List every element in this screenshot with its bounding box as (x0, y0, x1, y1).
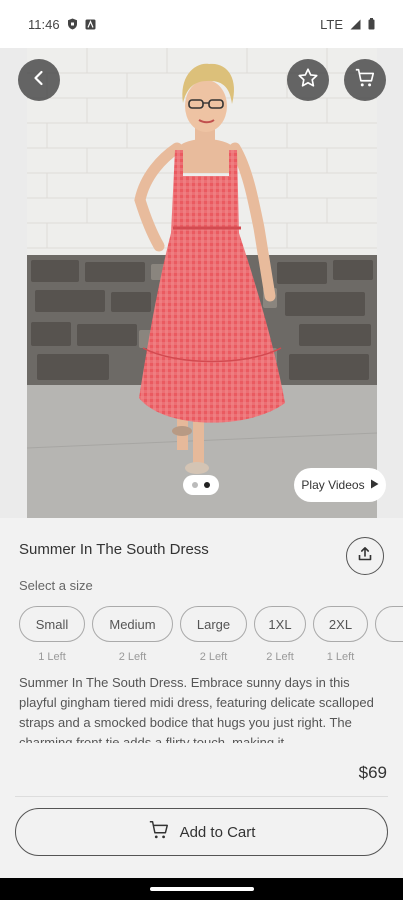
size-pill[interactable]: Small (19, 606, 85, 642)
size-pill[interactable]: Large (180, 606, 247, 642)
size-pill[interactable] (375, 606, 403, 642)
cart-icon (148, 819, 170, 845)
size-pill[interactable]: 2XL (313, 606, 368, 642)
back-button[interactable] (18, 59, 60, 101)
product-title: Summer In The South Dress (19, 541, 209, 558)
add-to-cart-label: Add to Cart (179, 823, 256, 841)
size-stock: 1 Left (326, 651, 355, 663)
play-icon (370, 478, 379, 492)
product-description: Summer In The South Dress. Embrace sunny… (19, 675, 374, 743)
size-stock: 2 Left (199, 651, 228, 663)
favorite-button[interactable] (287, 59, 329, 101)
play-videos-label: Play Videos (301, 478, 365, 492)
share-button[interactable] (346, 537, 384, 575)
product-photo (27, 48, 377, 518)
size-option-medium[interactable]: Medium 2 Left (92, 606, 173, 663)
add-to-cart-button[interactable]: Add to Cart (15, 808, 388, 856)
shield-icon (67, 18, 78, 30)
product-gallery[interactable]: Play Videos (0, 48, 403, 518)
size-stock: 2 Left (266, 651, 294, 663)
network-label: LTE (320, 16, 343, 32)
status-time: 11:46 (28, 16, 60, 32)
size-option-2xl[interactable]: 2XL 1 Left (313, 606, 368, 663)
pagination-dot[interactable] (192, 482, 198, 488)
product-details: Summer In The South Dress Select a size … (0, 518, 403, 878)
battery-icon (368, 18, 375, 30)
size-option-1xl[interactable]: 1XL 2 Left (254, 606, 306, 663)
gallery-pagination[interactable] (183, 475, 219, 495)
back-arrow-icon (31, 70, 47, 91)
navigation-bar (0, 878, 403, 900)
size-stock: 1 Left (38, 651, 66, 663)
home-indicator[interactable] (149, 887, 254, 891)
size-option-large[interactable]: Large 2 Left (180, 606, 247, 663)
star-icon (297, 67, 319, 94)
cart-icon (354, 67, 376, 94)
size-selector: Small 1 Left Medium 2 Left Large 2 Left … (19, 606, 403, 666)
size-prompt: Select a size (19, 578, 93, 593)
size-pill[interactable]: 1XL (254, 606, 306, 642)
play-videos-button[interactable]: Play Videos (294, 468, 386, 502)
status-left: 11:46 (28, 17, 96, 32)
status-bar: 11:46 LTE (0, 0, 403, 48)
size-pill[interactable]: Medium (92, 606, 173, 642)
status-right: LTE (320, 17, 375, 32)
size-option-more[interactable] (375, 606, 403, 642)
cart-button[interactable] (344, 59, 386, 101)
divider (15, 796, 388, 797)
size-option-small[interactable]: Small 1 Left (19, 606, 85, 663)
pagination-dot-active[interactable] (204, 482, 210, 488)
product-price: $69 (358, 763, 387, 782)
size-stock: 2 Left (118, 651, 147, 663)
signal-icon (350, 19, 361, 30)
a-icon (85, 19, 96, 30)
share-icon (357, 546, 373, 567)
